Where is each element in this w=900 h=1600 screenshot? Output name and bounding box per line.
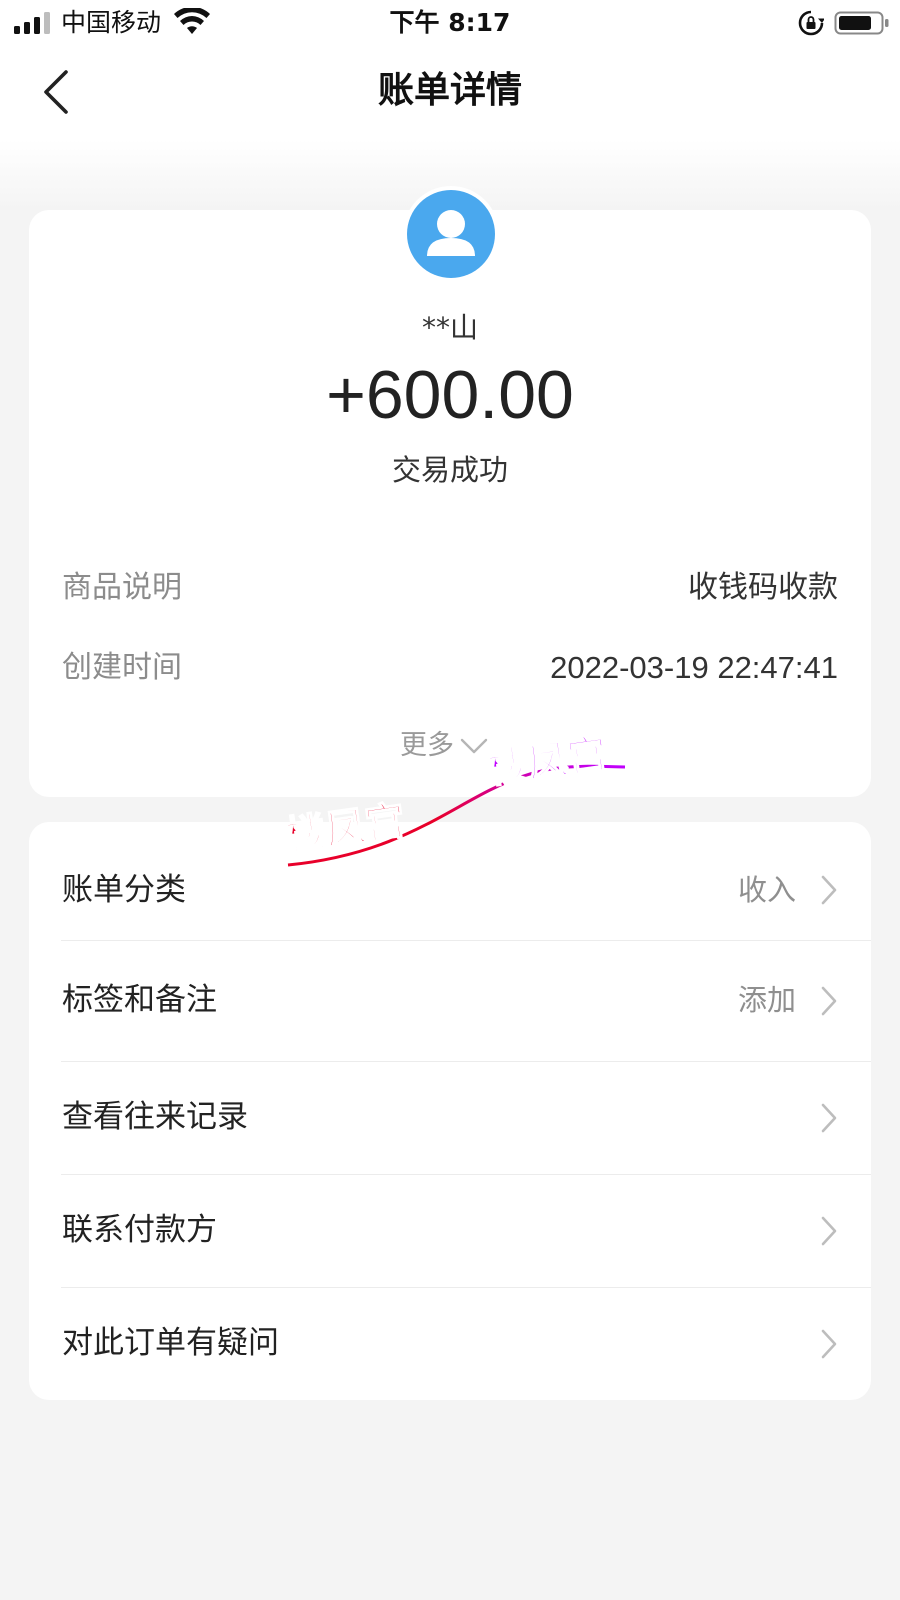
user-avatar-icon bbox=[407, 190, 495, 278]
detail-label-description: 商品说明 bbox=[62, 570, 182, 605]
watermark-text-2: 楼凤宫 bbox=[485, 731, 610, 793]
transaction-status: 交易成功 bbox=[391, 453, 508, 487]
chevron-right-icon bbox=[821, 1216, 837, 1245]
watermark: 楼凤宫 楼凤宫 bbox=[282, 730, 626, 867]
rotation-lock-icon bbox=[798, 10, 824, 36]
action-label: 账单分类 bbox=[62, 872, 186, 908]
action-row-transaction-history[interactable]: 查看往来记录 bbox=[29, 1061, 871, 1174]
chevron-right-icon bbox=[821, 986, 837, 1015]
payer-name: **山 bbox=[421, 311, 478, 344]
page-title: 账单详情 bbox=[377, 70, 522, 111]
chevron-right-icon bbox=[821, 875, 837, 905]
detail-value-created-time: 2022-03-19 22:47:41 bbox=[550, 650, 838, 685]
status-bar: 中国移动 下午 8:17 bbox=[0, 0, 900, 44]
action-row-contact-payer[interactable]: 联系付款方 bbox=[29, 1174, 871, 1287]
chevron-right-icon bbox=[821, 1103, 837, 1132]
action-label: 联系付款方 bbox=[62, 1212, 217, 1248]
chevron-right-icon bbox=[821, 1329, 837, 1358]
status-time: 下午 8:17 bbox=[389, 8, 511, 37]
battery-icon bbox=[834, 11, 889, 35]
action-value: 添加 bbox=[737, 983, 796, 1017]
watermark-text-1: 楼凤宫 bbox=[283, 798, 408, 860]
action-row-order-question[interactable]: 对此订单有疑问 bbox=[29, 1287, 871, 1400]
amount: +600.00 bbox=[326, 357, 574, 433]
detail-value-description: 收钱码收款 bbox=[688, 570, 838, 605]
avatar[interactable] bbox=[403, 186, 499, 282]
action-label: 对此订单有疑问 bbox=[62, 1325, 279, 1361]
detail-label-created-time: 创建时间 bbox=[62, 650, 182, 685]
action-label: 标签和备注 bbox=[62, 982, 217, 1018]
action-row-tags-notes[interactable]: 标签和备注 添加 bbox=[29, 940, 871, 1061]
action-label: 查看往来记录 bbox=[62, 1099, 248, 1135]
action-value: 收入 bbox=[737, 873, 796, 907]
